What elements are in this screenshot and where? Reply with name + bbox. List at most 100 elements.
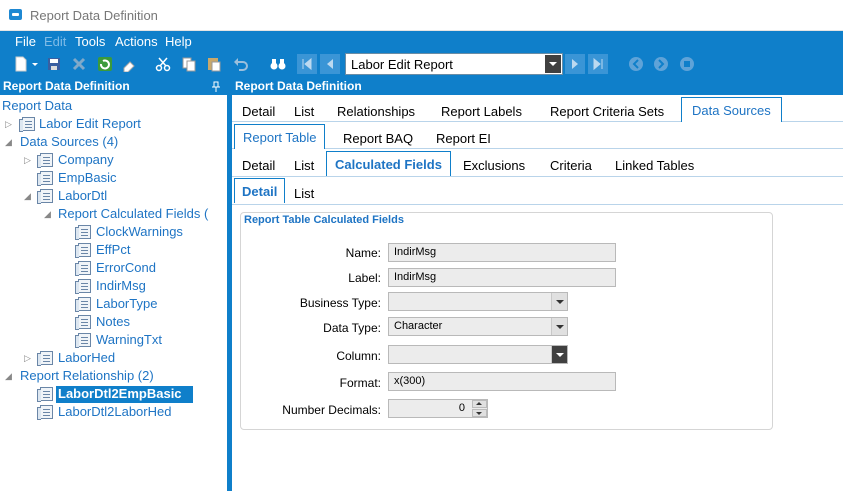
tree-node-effpct[interactable]: EffPct: [0, 241, 227, 259]
tree-node-clockwarnings[interactable]: ClockWarnings: [0, 223, 227, 241]
search-binoculars-icon[interactable]: [270, 56, 286, 72]
menu-bar: File Edit Tools Actions Help: [0, 31, 843, 51]
chevron-down-icon[interactable]: [551, 346, 567, 363]
tree-node-errorcond[interactable]: ErrorCond: [0, 259, 227, 277]
collapse-icon[interactable]: ◢: [24, 191, 31, 202]
menu-tools[interactable]: Tools: [75, 34, 105, 49]
tree-node-report-relationship[interactable]: ◢ Report Relationship (2): [0, 367, 227, 385]
expand-icon[interactable]: ▷: [5, 119, 12, 130]
copy-icon[interactable]: [181, 56, 197, 72]
tab-linked-tables[interactable]: Linked Tables: [615, 158, 694, 173]
tree-pane-header: Report Data Definition: [0, 78, 227, 95]
field-icon: [75, 225, 91, 240]
tree-node-labordtl[interactable]: ◢ LaborDtl: [0, 187, 227, 205]
tab-criteria[interactable]: Criteria: [550, 158, 592, 173]
expand-icon[interactable]: ▷: [24, 353, 31, 364]
tab-detail-3[interactable]: Detail: [242, 158, 275, 173]
field-icon: [75, 261, 91, 276]
table-icon: [37, 153, 53, 168]
tree-node-indirmsg[interactable]: IndirMsg: [0, 277, 227, 295]
tab-list-4[interactable]: List: [294, 186, 314, 201]
refresh-icon[interactable]: [97, 56, 113, 72]
label-label: Label:: [348, 271, 381, 285]
delete-icon[interactable]: [71, 56, 87, 72]
data-type-value: Character: [394, 320, 443, 332]
chevron-down-icon[interactable]: [545, 55, 561, 73]
tree-node-laborhed[interactable]: ▷ LaborHed: [0, 349, 227, 367]
name-label: Name:: [345, 246, 381, 260]
first-record-icon[interactable]: [297, 54, 317, 74]
tree-pane: Report Data Definition Report Data ▷ Labo…: [0, 78, 227, 491]
forward-icon[interactable]: [653, 56, 669, 72]
menu-file[interactable]: File: [15, 34, 36, 49]
number-decimals-value: 0: [458, 402, 465, 414]
undo-icon[interactable]: [233, 56, 249, 72]
tree-node-notes[interactable]: Notes: [0, 313, 227, 331]
tree-node-company[interactable]: ▷ Company: [0, 151, 227, 169]
menu-edit[interactable]: Edit: [44, 34, 66, 49]
format-field[interactable]: x(300): [388, 372, 616, 391]
report-selector[interactable]: Labor Edit Report: [345, 53, 563, 75]
tab-report-ei[interactable]: Report EI: [436, 131, 491, 146]
tab-report-criteria-sets[interactable]: Report Criteria Sets: [550, 104, 664, 119]
data-type-dropdown[interactable]: Character: [388, 317, 568, 336]
tab-detail[interactable]: Detail: [242, 104, 275, 119]
column-dropdown[interactable]: [388, 345, 568, 364]
menu-help[interactable]: Help: [165, 34, 192, 49]
table-icon: [37, 351, 53, 366]
tree-node-report-calculated-fields[interactable]: ◢ Report Calculated Fields (: [0, 205, 227, 223]
collapse-icon[interactable]: ◢: [5, 137, 12, 148]
chevron-down-icon[interactable]: [551, 293, 567, 310]
collapse-icon[interactable]: ◢: [5, 371, 12, 382]
stop-icon[interactable]: [679, 56, 695, 72]
tree-node-labordtl2laborhed[interactable]: LaborDtl2LaborHed: [0, 403, 227, 421]
tree-node-warningtxt[interactable]: WarningTxt: [0, 331, 227, 349]
tab-list-3[interactable]: List: [294, 158, 314, 173]
new-icon[interactable]: [13, 56, 29, 72]
tab-detail-4[interactable]: Detail: [234, 178, 286, 203]
business-type-dropdown[interactable]: [388, 292, 568, 311]
tab-data-sources[interactable]: Data Sources: [681, 97, 782, 122]
name-field[interactable]: IndirMsg: [388, 243, 616, 262]
tab-report-labels[interactable]: Report Labels: [441, 104, 522, 119]
table-icon: [37, 171, 53, 186]
app-icon: [9, 9, 22, 20]
next-record-icon[interactable]: [565, 54, 585, 74]
cut-icon[interactable]: [155, 56, 171, 72]
relationship-icon: [37, 387, 53, 402]
detail-pane-header: Report Data Definition: [232, 78, 843, 95]
last-record-icon[interactable]: [588, 54, 608, 74]
clear-icon[interactable]: [122, 56, 138, 72]
expand-icon[interactable]: ▷: [24, 155, 31, 166]
pin-icon[interactable]: [211, 81, 221, 92]
tab-relationships[interactable]: Relationships: [337, 104, 415, 119]
paste-icon[interactable]: [206, 56, 222, 72]
tree-node-labor-edit-report[interactable]: ▷ Labor Edit Report: [0, 115, 227, 133]
tab-calculated-fields[interactable]: Calculated Fields: [326, 151, 451, 176]
spin-down-icon[interactable]: [472, 409, 487, 417]
save-icon[interactable]: [46, 56, 62, 72]
business-type-label: Business Type:: [299, 296, 381, 310]
label-field[interactable]: IndirMsg: [388, 268, 616, 287]
relationship-icon: [37, 405, 53, 420]
number-decimals-spinner[interactable]: 0: [388, 399, 488, 418]
group-title: Report Table Calculated Fields: [244, 214, 404, 226]
back-icon[interactable]: [628, 56, 644, 72]
chevron-down-icon[interactable]: [551, 318, 567, 335]
tab-list[interactable]: List: [294, 104, 314, 119]
tab-report-baq[interactable]: Report BAQ: [343, 131, 413, 146]
spin-up-icon[interactable]: [472, 400, 487, 408]
tab-exclusions[interactable]: Exclusions: [463, 158, 525, 173]
tree-node-labordtl2empbasic[interactable]: LaborDtl2EmpBasic: [0, 385, 227, 403]
tree-node-data-sources[interactable]: ◢ Data Sources (4): [0, 133, 227, 151]
number-decimals-label: Number Decimals:: [282, 403, 381, 417]
tab-strip-line: [232, 176, 843, 177]
menu-actions[interactable]: Actions: [115, 34, 158, 49]
previous-record-icon[interactable]: [320, 54, 340, 74]
tree-node-empbasic[interactable]: EmpBasic: [0, 169, 227, 187]
tree-node-labortype[interactable]: LaborType: [0, 295, 227, 313]
new-dropdown-icon[interactable]: [31, 56, 39, 72]
collapse-icon[interactable]: ◢: [44, 209, 51, 220]
table-icon: [37, 189, 53, 204]
tab-report-table[interactable]: Report Table: [234, 124, 326, 149]
